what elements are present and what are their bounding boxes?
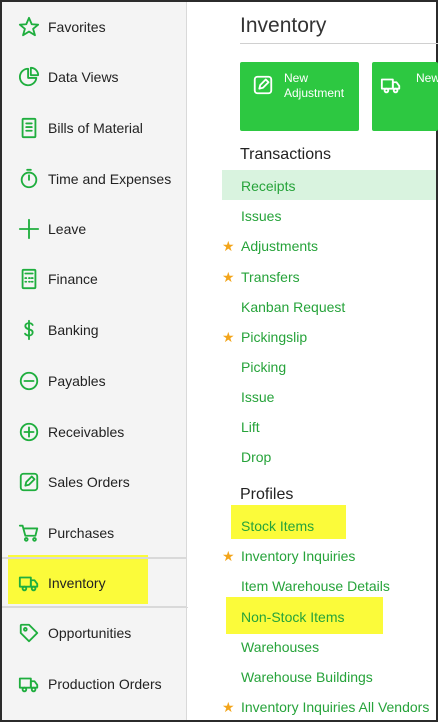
sidebar-item-label: Opportunities — [48, 625, 132, 641]
sidebar-item-bills-of-material[interactable]: Bills of Material — [2, 103, 187, 153]
sidebar-item-production-orders[interactable]: Production Orders — [2, 659, 187, 709]
truck-icon — [16, 570, 42, 596]
active-tab-connector — [187, 557, 189, 606]
sidebar-item-label: Finance — [48, 271, 98, 287]
sidebar-item-label: Sales Orders — [48, 474, 130, 490]
sidebar-item-opportunities[interactable]: Opportunities — [2, 608, 187, 658]
sidebar-item-label: Production Orders — [48, 676, 162, 692]
sidebar-item-receivables[interactable]: Receivables — [2, 407, 187, 457]
stopwatch-icon — [16, 166, 42, 192]
sidebar-item-label: Favorites — [48, 19, 106, 35]
new-transfer-tile[interactable]: New Transfer — [372, 62, 438, 131]
link-issues[interactable]: Issues — [241, 208, 281, 224]
link-transfers[interactable]: Transfers — [241, 269, 300, 285]
cart-icon — [16, 520, 42, 546]
star-icon[interactable]: ★ — [222, 699, 235, 716]
truck-icon — [380, 74, 404, 98]
sidebar-item-time-and-expenses[interactable]: Time and Expenses — [2, 154, 187, 204]
link-adjustments[interactable]: Adjustments — [241, 238, 318, 254]
divider — [2, 557, 187, 558]
link-non-stock-items[interactable]: Non-Stock Items — [241, 609, 344, 625]
sidebar-item-leave[interactable]: Leave — [2, 204, 187, 254]
sidebar-item-label: Payables — [48, 373, 106, 389]
tile-label: New Transfer — [416, 71, 438, 85]
link-lift[interactable]: Lift — [241, 419, 260, 435]
tile-label: New Adjustment — [284, 71, 345, 100]
star-icon[interactable]: ★ — [222, 269, 235, 286]
tag-icon — [16, 620, 42, 646]
page-title: Inventory — [240, 14, 327, 37]
calculator-icon — [16, 266, 42, 292]
sidebar-item-label: Inventory — [48, 575, 106, 591]
sidebar-item-label: Banking — [48, 322, 99, 338]
divider — [240, 43, 438, 44]
link-kanban-request[interactable]: Kanban Request — [241, 299, 345, 315]
sidebar-item-purchases[interactable]: Purchases — [2, 508, 187, 558]
document-list-icon — [16, 115, 42, 141]
pie-chart-icon — [16, 64, 42, 90]
sidebar-item-finance[interactable]: Finance — [2, 254, 187, 304]
new-adjustment-tile[interactable]: New Adjustment — [240, 62, 359, 131]
sidebar-item-label: Receivables — [48, 424, 125, 440]
link-inventory-inquiries[interactable]: Inventory Inquiries — [241, 548, 355, 564]
pencil-square-icon — [252, 74, 276, 98]
pencil-square-icon — [16, 469, 42, 495]
star-icon[interactable]: ★ — [222, 238, 235, 255]
divider — [2, 606, 187, 607]
section-heading-transactions: Transactions — [240, 146, 331, 163]
truck-icon — [16, 671, 42, 697]
link-issue[interactable]: Issue — [241, 389, 274, 405]
sidebar-item-banking[interactable]: Banking — [2, 305, 187, 355]
section-heading-profiles: Profiles — [240, 486, 294, 503]
link-picking[interactable]: Picking — [241, 359, 286, 375]
sidebar-item-label: Time and Expenses — [48, 171, 172, 187]
sidebar-item-favorites[interactable]: Favorites — [2, 2, 187, 52]
sidebar-item-data-views[interactable]: Data Views — [2, 52, 187, 102]
link-receipts[interactable]: Receipts — [241, 178, 295, 194]
link-stock-items[interactable]: Stock Items — [241, 518, 314, 534]
link-pickingslip[interactable]: Pickingslip — [241, 329, 307, 345]
link-item-warehouse-details[interactable]: Item Warehouse Details — [241, 578, 390, 594]
sidebar: Favorites Data Views Bills of Material T… — [2, 2, 188, 720]
sidebar-item-payables[interactable]: Payables — [2, 356, 187, 406]
link-warehouse-buildings[interactable]: Warehouse Buildings — [241, 669, 373, 685]
star-icon[interactable]: ★ — [222, 548, 235, 565]
sidebar-item-sales-orders[interactable]: Sales Orders — [2, 457, 187, 507]
link-inventory-inquiries-all-vendors[interactable]: Inventory Inquiries All Vendors — [241, 699, 429, 715]
sidebar-item-label: Bills of Material — [48, 120, 143, 136]
plus-circle-icon — [16, 419, 42, 445]
link-drop[interactable]: Drop — [241, 449, 271, 465]
sidebar-item-label: Data Views — [48, 69, 119, 85]
dollar-icon — [16, 317, 42, 343]
link-warehouses[interactable]: Warehouses — [241, 639, 319, 655]
star-icon — [16, 14, 42, 40]
star-icon[interactable]: ★ — [222, 329, 235, 346]
sidebar-item-inventory[interactable]: Inventory — [2, 558, 188, 608]
plus-icon — [16, 216, 42, 242]
sidebar-item-label: Leave — [48, 221, 87, 237]
sidebar-item-label: Purchases — [48, 525, 115, 541]
minus-circle-icon — [16, 368, 42, 394]
